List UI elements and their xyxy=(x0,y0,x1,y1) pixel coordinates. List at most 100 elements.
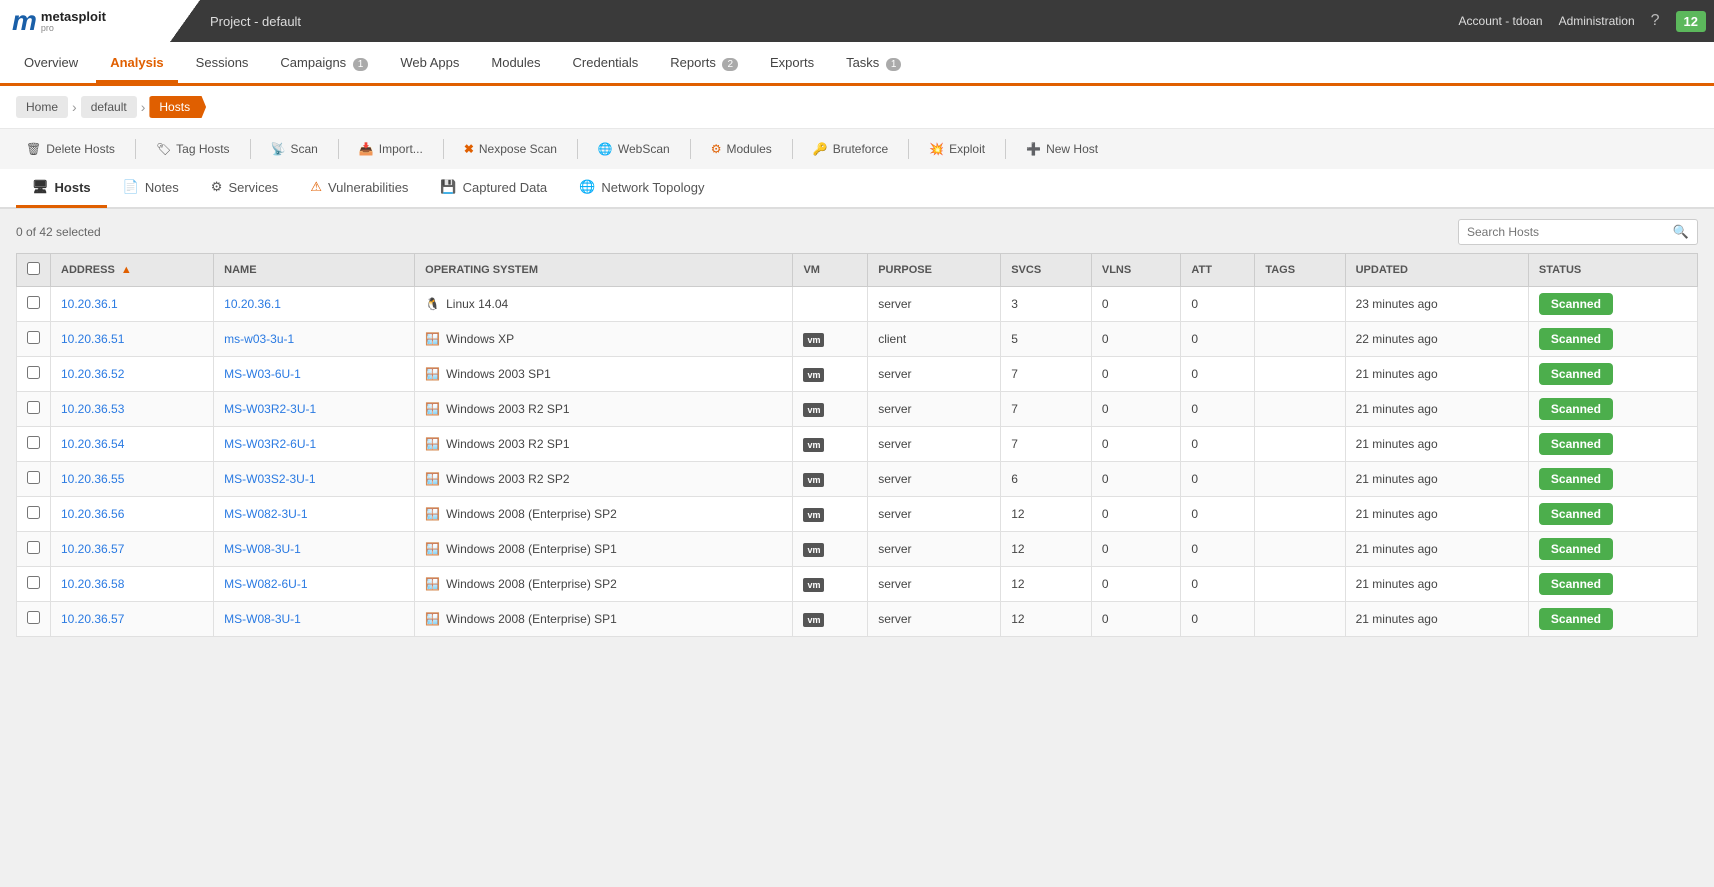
nav-overview[interactable]: Overview xyxy=(10,45,92,83)
address-link[interactable]: 10.20.36.55 xyxy=(61,472,124,486)
nav-sessions[interactable]: Sessions xyxy=(182,45,263,83)
tag-hosts-button[interactable]: 🏷 Tag Hosts xyxy=(146,137,240,161)
header-address[interactable]: ADDRESS ▲ xyxy=(51,254,214,287)
os-icon: 🪟 xyxy=(425,507,440,521)
address-link[interactable]: 10.20.36.53 xyxy=(61,402,124,416)
name-link[interactable]: MS-W08-3U-1 xyxy=(224,612,301,626)
name-link[interactable]: 10.20.36.1 xyxy=(224,297,281,311)
scanned-button[interactable]: Scanned xyxy=(1539,398,1613,420)
header-vlns[interactable]: VLNS xyxy=(1091,254,1181,287)
scanned-button[interactable]: Scanned xyxy=(1539,433,1613,455)
row-checkbox[interactable] xyxy=(27,366,40,379)
name-link[interactable]: MS-W08-3U-1 xyxy=(224,542,301,556)
header-updated[interactable]: UPDATED xyxy=(1345,254,1528,287)
address-link[interactable]: 10.20.36.54 xyxy=(61,437,124,451)
tab-captured-data[interactable]: 💾 Captured Data xyxy=(424,169,563,208)
row-vm: vm xyxy=(793,392,868,427)
address-link[interactable]: 10.20.36.1 xyxy=(61,297,118,311)
scanned-button[interactable]: Scanned xyxy=(1539,363,1613,385)
exploit-button[interactable]: 💥 Exploit xyxy=(919,137,995,161)
name-link[interactable]: MS-W082-3U-1 xyxy=(224,507,307,521)
header-status[interactable]: STATUS xyxy=(1528,254,1697,287)
project-label[interactable]: Project - default xyxy=(210,14,301,29)
nav-tasks[interactable]: Tasks 1 xyxy=(832,45,915,83)
select-all-checkbox[interactable] xyxy=(27,262,40,275)
scanned-button[interactable]: Scanned xyxy=(1539,468,1613,490)
notification-badge[interactable]: 12 xyxy=(1676,11,1706,32)
nav-modules[interactable]: Modules xyxy=(477,45,554,83)
tab-notes[interactable]: 📄 Notes xyxy=(107,169,195,208)
row-checkbox[interactable] xyxy=(27,611,40,624)
name-link[interactable]: MS-W03R2-3U-1 xyxy=(224,402,316,416)
new-host-button[interactable]: ➕ New Host xyxy=(1016,137,1108,161)
row-svcs: 12 xyxy=(1001,497,1092,532)
new-host-icon: ➕ xyxy=(1026,142,1041,156)
scanned-button[interactable]: Scanned xyxy=(1539,608,1613,630)
help-icon[interactable]: ? xyxy=(1651,12,1660,30)
address-link[interactable]: 10.20.36.57 xyxy=(61,542,124,556)
row-checkbox[interactable] xyxy=(27,506,40,519)
address-link[interactable]: 10.20.36.51 xyxy=(61,332,124,346)
name-link[interactable]: MS-W082-6U-1 xyxy=(224,577,307,591)
delete-hosts-button[interactable]: 🗑 Delete Hosts xyxy=(16,137,125,161)
name-link[interactable]: MS-W03S2-3U-1 xyxy=(224,472,315,486)
bruteforce-button[interactable]: 🔑 Bruteforce xyxy=(803,137,898,161)
row-checkbox-cell xyxy=(17,392,51,427)
main-content: 0 of 42 selected 🔍 ADDRESS ▲ NAME OPERAT… xyxy=(0,209,1714,887)
row-checkbox[interactable] xyxy=(27,471,40,484)
account-label[interactable]: Account - tdoan xyxy=(1459,14,1543,28)
header-svcs[interactable]: SVCS xyxy=(1001,254,1092,287)
row-checkbox[interactable] xyxy=(27,576,40,589)
address-link[interactable]: 10.20.36.52 xyxy=(61,367,124,381)
tab-services[interactable]: ⚙ Services xyxy=(195,169,295,208)
scanned-button[interactable]: Scanned xyxy=(1539,293,1613,315)
address-link[interactable]: 10.20.36.57 xyxy=(61,612,124,626)
header-vm[interactable]: VM xyxy=(793,254,868,287)
nav-webapps[interactable]: Web Apps xyxy=(386,45,473,83)
tab-hosts[interactable]: 🖥 Hosts xyxy=(16,169,107,208)
search-input[interactable] xyxy=(1467,225,1673,239)
header-att[interactable]: ATT xyxy=(1181,254,1255,287)
nav-campaigns[interactable]: Campaigns 1 xyxy=(266,45,382,83)
scanned-button[interactable]: Scanned xyxy=(1539,503,1613,525)
row-checkbox[interactable] xyxy=(27,331,40,344)
row-checkbox[interactable] xyxy=(27,296,40,309)
tab-network-topology[interactable]: 🌐 Network Topology xyxy=(563,169,720,208)
breadcrumb-default[interactable]: default xyxy=(81,96,137,118)
header-purpose[interactable]: PURPOSE xyxy=(868,254,1001,287)
scan-button[interactable]: 📡 Scan xyxy=(261,137,328,161)
row-checkbox[interactable] xyxy=(27,541,40,554)
import-button[interactable]: 📥 Import... xyxy=(349,137,433,161)
scanned-button[interactable]: Scanned xyxy=(1539,328,1613,350)
header-name[interactable]: NAME xyxy=(214,254,415,287)
header-os[interactable]: OPERATING SYSTEM xyxy=(415,254,793,287)
row-checkbox[interactable] xyxy=(27,436,40,449)
nav-credentials[interactable]: Credentials xyxy=(559,45,653,83)
breadcrumb-home[interactable]: Home xyxy=(16,96,68,118)
tab-vulnerabilities[interactable]: ⚠ Vulnerabilities xyxy=(294,169,424,208)
address-link[interactable]: 10.20.36.58 xyxy=(61,577,124,591)
name-link[interactable]: MS-W03-6U-1 xyxy=(224,367,301,381)
scanned-button[interactable]: Scanned xyxy=(1539,573,1613,595)
breadcrumb-hosts[interactable]: Hosts xyxy=(149,96,206,118)
nav-exports[interactable]: Exports xyxy=(756,45,828,83)
modules-button[interactable]: ⚙ Modules xyxy=(701,137,782,161)
name-link[interactable]: MS-W03R2-6U-1 xyxy=(224,437,316,451)
sep5 xyxy=(577,139,578,159)
scanned-button[interactable]: Scanned xyxy=(1539,538,1613,560)
row-purpose: server xyxy=(868,287,1001,322)
nav-reports[interactable]: Reports 2 xyxy=(656,45,752,83)
row-checkbox[interactable] xyxy=(27,401,40,414)
table-row: 10.20.36.54 MS-W03R2-6U-1 🪟Windows 2003 … xyxy=(17,427,1698,462)
row-att: 0 xyxy=(1181,322,1255,357)
search-box[interactable]: 🔍 xyxy=(1458,219,1698,245)
administration-label[interactable]: Administration xyxy=(1559,14,1635,28)
webscan-button[interactable]: 🌐 WebScan xyxy=(588,137,680,161)
header-tags[interactable]: TAGS xyxy=(1255,254,1345,287)
row-updated: 21 minutes ago xyxy=(1345,497,1528,532)
nav-analysis[interactable]: Analysis xyxy=(96,45,177,83)
nexpose-scan-button[interactable]: ✖ Nexpose Scan xyxy=(454,137,567,161)
address-link[interactable]: 10.20.36.56 xyxy=(61,507,124,521)
name-link[interactable]: ms-w03-3u-1 xyxy=(224,332,294,346)
row-vlns: 0 xyxy=(1091,357,1181,392)
